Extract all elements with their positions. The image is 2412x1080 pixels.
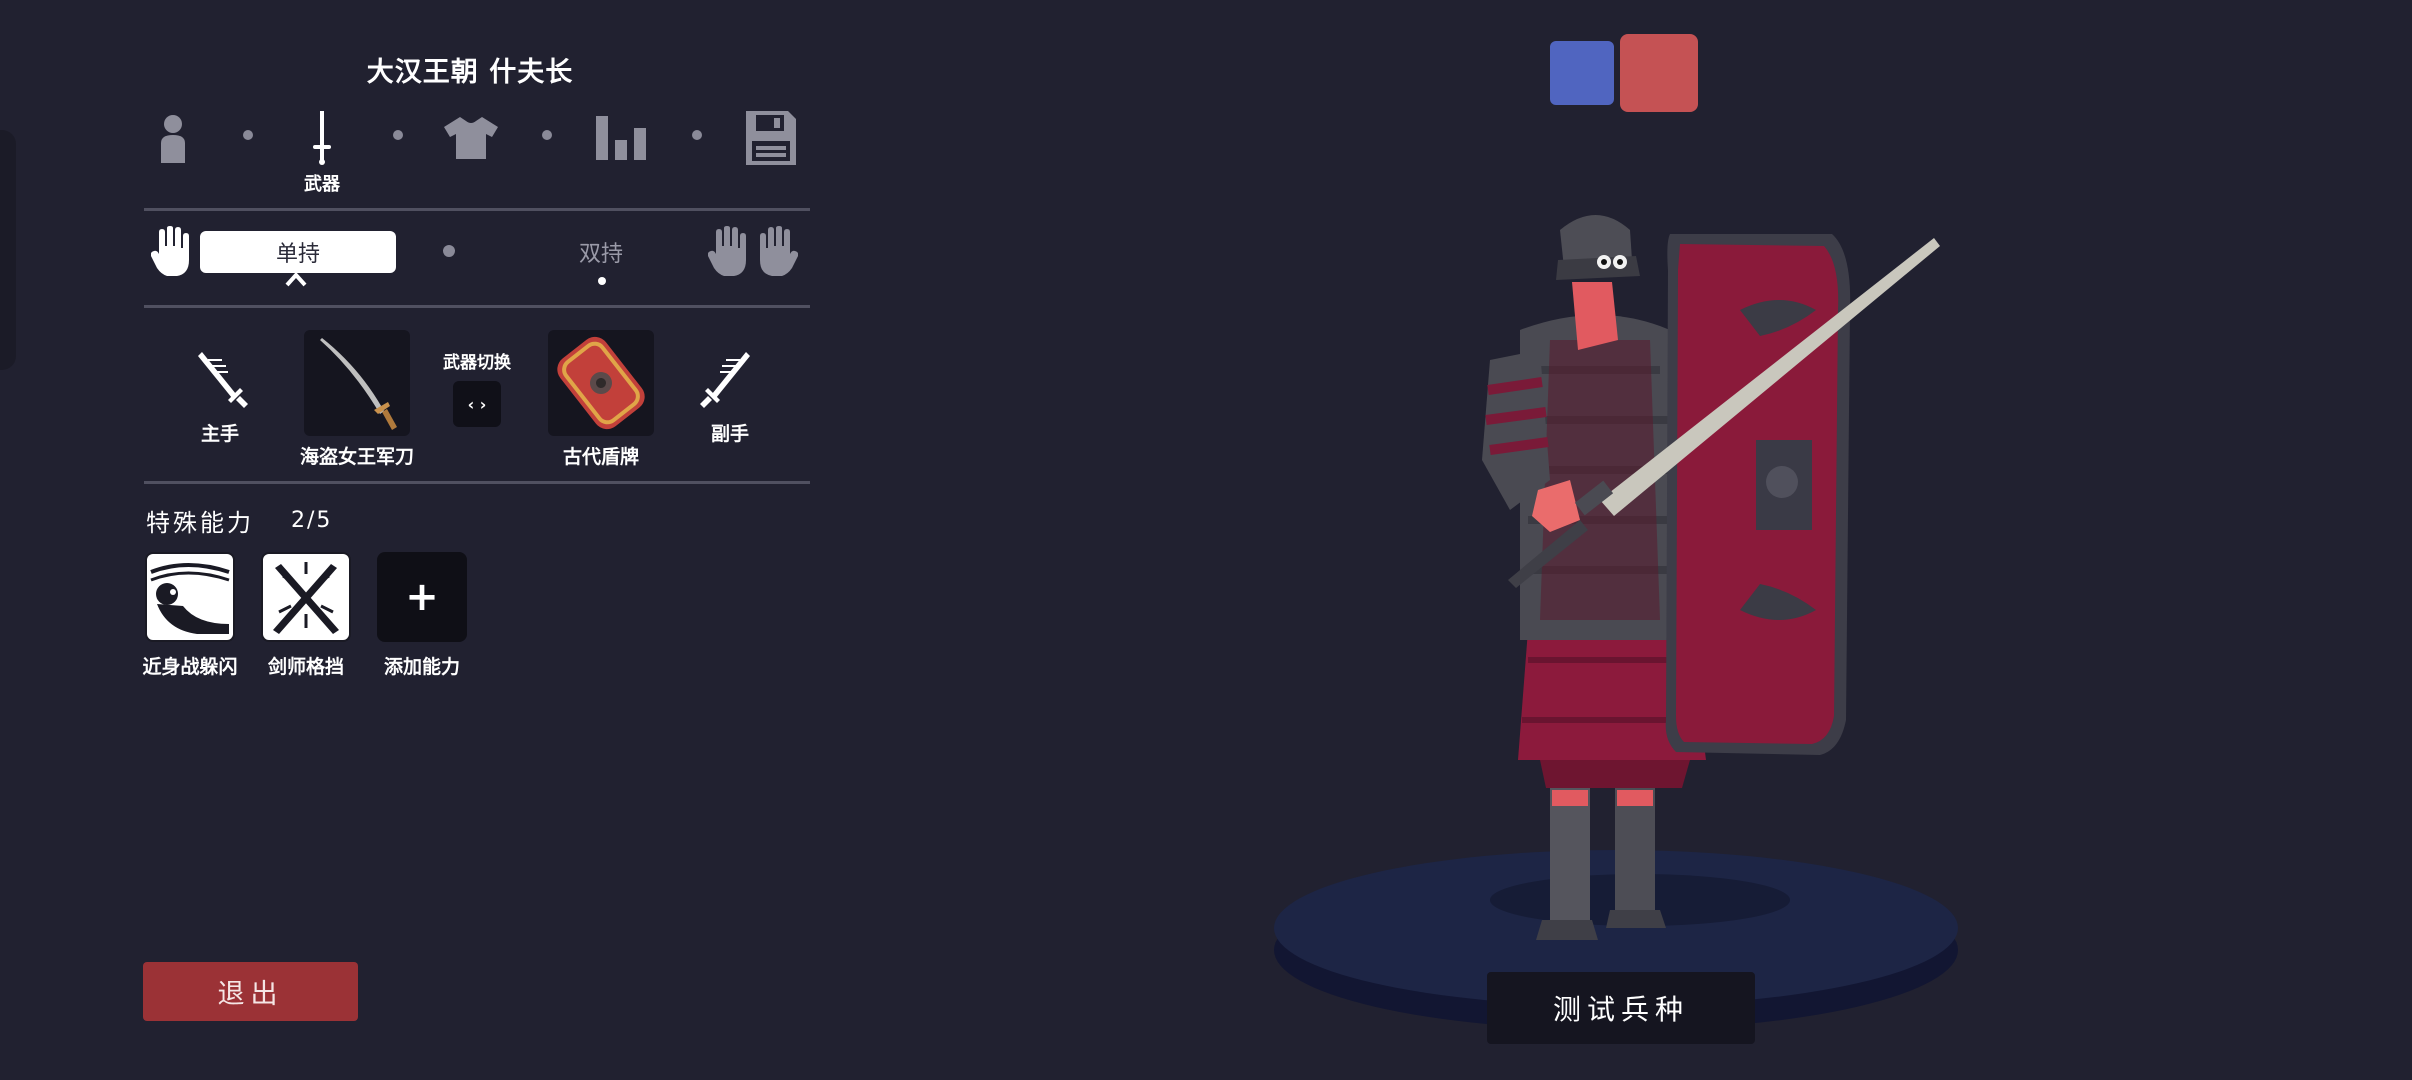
main-hand-sword-icon: [192, 352, 248, 414]
plus-icon: +: [405, 574, 439, 620]
ability-label-parry: 剑师格挡: [267, 656, 344, 678]
abilities-count: 2/5: [291, 508, 333, 533]
dodge-icon: [150, 563, 230, 634]
shield-icon: [557, 336, 645, 430]
chevron-up-icon: [285, 271, 307, 287]
add-ability-button[interactable]: +: [377, 552, 467, 642]
step-separator: [393, 130, 403, 140]
main-weapon-slot[interactable]: [304, 330, 410, 436]
single-grip-button[interactable]: 单持: [200, 231, 396, 273]
dual-grip-indicator: [598, 277, 606, 285]
one-hand-icon: [150, 226, 193, 282]
step-unit-button[interactable]: [133, 108, 213, 168]
step-weapons-button[interactable]: [282, 108, 362, 168]
side-drawer-handle[interactable]: [0, 130, 16, 370]
main-weapon-name: 海盗女王军刀: [299, 446, 414, 468]
off-hand-sword-icon: [700, 352, 756, 414]
team-blue-button[interactable]: [1550, 41, 1614, 105]
unit-preview[interactable]: [1220, 160, 2020, 1080]
unit-face: [1572, 282, 1618, 350]
shirt-icon: [444, 117, 498, 159]
grip-separator: [443, 245, 455, 257]
step-clothing-button[interactable]: [431, 108, 511, 168]
person-icon: [161, 115, 185, 163]
section-divider: [144, 481, 810, 484]
ability-label-add: 添加能力: [383, 656, 460, 678]
abilities-title: 特殊能力: [146, 509, 254, 537]
two-hands-icon: [707, 226, 799, 282]
step-stats-button[interactable]: [581, 108, 661, 168]
ability-label-dodge: 近身战躲闪: [142, 656, 238, 678]
sword-icon: [313, 111, 331, 165]
off-weapon-name: 古代盾牌: [562, 446, 639, 468]
floppy-disk-icon: [746, 111, 796, 165]
step-save-button[interactable]: [731, 108, 811, 168]
weapon-switch-label: 武器切换: [443, 353, 511, 373]
main-hand-label: 主手: [200, 423, 239, 445]
dual-grip-button[interactable]: 双持: [503, 231, 699, 273]
weapon-switch-button[interactable]: ‹ ›: [453, 381, 501, 427]
section-divider: [144, 208, 810, 211]
off-hand-label: 副手: [710, 423, 749, 445]
crossed-swords-icon: [273, 562, 339, 634]
step-separator: [542, 130, 552, 140]
ability-slot-parry[interactable]: [261, 552, 351, 642]
team-red-button[interactable]: [1620, 34, 1698, 112]
off-hand-weapon-slot[interactable]: [548, 330, 654, 436]
exit-button[interactable]: 退出: [143, 962, 358, 1021]
step-separator: [243, 130, 253, 140]
test-unit-button[interactable]: 测试兵种: [1487, 972, 1755, 1044]
ability-slot-dodge[interactable]: [145, 552, 235, 642]
bar-chart-icon: [596, 116, 646, 160]
step-separator: [692, 130, 702, 140]
step-weapons-label: 武器: [304, 174, 340, 195]
sabre-icon: [320, 338, 397, 430]
section-divider: [144, 305, 810, 308]
unit-title: 大汉王朝 什夫长: [366, 57, 574, 88]
